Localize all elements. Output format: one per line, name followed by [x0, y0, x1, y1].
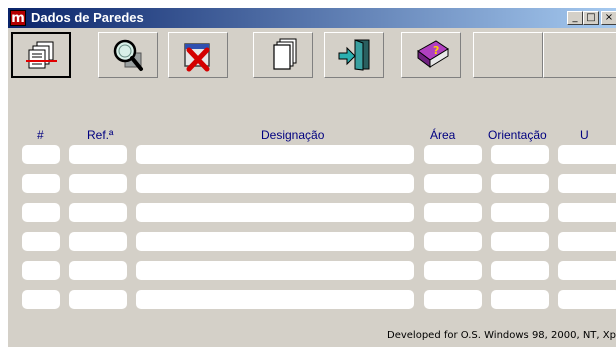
toolbar-empty-slot	[473, 32, 543, 78]
svg-text:?: ?	[433, 44, 439, 57]
cell-reference[interactable]	[69, 232, 127, 251]
cell-area[interactable]	[424, 203, 482, 222]
search-button[interactable]	[98, 32, 158, 78]
exit-door-icon	[338, 39, 370, 71]
cell-orientation[interactable]	[491, 203, 549, 222]
cell-area[interactable]	[424, 232, 482, 251]
cell-orientation[interactable]	[491, 261, 549, 280]
cell-reference[interactable]	[69, 145, 127, 164]
walls-list-icon	[26, 41, 57, 69]
cell-orientation[interactable]	[491, 232, 549, 251]
toolbar-empty-slot	[543, 32, 616, 78]
cell-designation[interactable]	[136, 203, 414, 222]
app-icon[interactable]: m	[10, 10, 26, 26]
cell-area[interactable]	[424, 290, 482, 309]
cell-u[interactable]	[558, 174, 616, 193]
exit-button[interactable]	[324, 32, 384, 78]
cell-reference[interactable]	[69, 174, 127, 193]
cell-reference[interactable]	[69, 203, 127, 222]
window: m Dados de Paredes _ □ × ? # Ref.ª Desig…	[8, 8, 616, 347]
walls-list-button[interactable]	[11, 32, 71, 78]
header-designation: Designação	[261, 128, 325, 142]
toolbar: ?	[8, 28, 616, 108]
help-button[interactable]: ?	[401, 32, 461, 78]
cell-designation[interactable]	[136, 145, 414, 164]
table-row	[8, 261, 616, 281]
cell-area[interactable]	[424, 174, 482, 193]
header-number: #	[37, 128, 44, 142]
help-book-icon: ?	[417, 40, 449, 68]
cell-u[interactable]	[558, 232, 616, 251]
table-row	[8, 145, 616, 165]
cell-u[interactable]	[558, 145, 616, 164]
title-bar[interactable]: m Dados de Paredes _ □ ×	[8, 8, 616, 28]
header-orientation: Orientação	[488, 128, 547, 142]
pages-button[interactable]	[253, 32, 313, 78]
cell-orientation[interactable]	[491, 174, 549, 193]
cell-designation[interactable]	[136, 174, 414, 193]
cell-reference[interactable]	[69, 290, 127, 309]
cell-u[interactable]	[558, 203, 616, 222]
cell-number[interactable]	[22, 261, 60, 280]
table-row	[8, 232, 616, 252]
cell-designation[interactable]	[136, 232, 414, 251]
close-button[interactable]: ×	[601, 11, 616, 25]
cell-u[interactable]	[558, 261, 616, 280]
header-area: Área	[430, 128, 456, 142]
cell-number[interactable]	[22, 203, 60, 222]
cell-designation[interactable]	[136, 261, 414, 280]
footer-text: Developed for O.S. Windows 98, 2000, NT,…	[387, 330, 616, 341]
cell-number[interactable]	[22, 174, 60, 193]
delete-icon	[184, 43, 210, 72]
cell-area[interactable]	[424, 145, 482, 164]
cell-number[interactable]	[22, 232, 60, 251]
table-row	[8, 203, 616, 223]
cell-orientation[interactable]	[491, 290, 549, 309]
header-u: U	[580, 128, 589, 142]
cell-number[interactable]	[22, 145, 60, 164]
cell-reference[interactable]	[69, 261, 127, 280]
minimize-button[interactable]: _	[567, 11, 583, 25]
cell-orientation[interactable]	[491, 145, 549, 164]
cell-u[interactable]	[558, 290, 616, 309]
window-title: Dados de Paredes	[31, 10, 144, 25]
pages-icon	[273, 38, 297, 70]
maximize-button[interactable]: □	[583, 11, 599, 25]
cell-designation[interactable]	[136, 290, 414, 309]
table-row	[8, 290, 616, 310]
cell-area[interactable]	[424, 261, 482, 280]
header-reference: Ref.ª	[87, 128, 114, 142]
search-icon	[113, 39, 143, 71]
delete-button[interactable]	[168, 32, 228, 78]
cell-number[interactable]	[22, 290, 60, 309]
table-row	[8, 174, 616, 194]
